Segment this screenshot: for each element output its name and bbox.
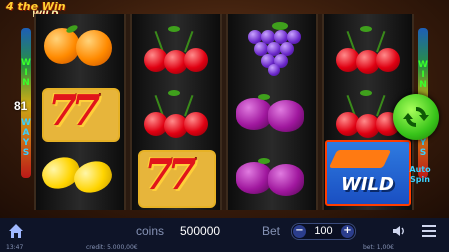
reel-1: 77 bbox=[34, 14, 126, 210]
bet-increase-button[interactable]: + bbox=[341, 225, 354, 238]
spin-button[interactable] bbox=[393, 94, 439, 140]
reel-2: 77 bbox=[130, 14, 222, 210]
ways-label-left: WAYS bbox=[21, 118, 31, 158]
symbol-cherry bbox=[324, 16, 412, 80]
bet-decrease-button[interactable]: − bbox=[293, 225, 306, 238]
symbol-plum bbox=[228, 80, 316, 144]
clock: 13:47 bbox=[6, 244, 24, 251]
bet-label: Bet bbox=[262, 224, 281, 238]
wolf-icon bbox=[328, 150, 392, 168]
symbol-wild: WILD bbox=[325, 140, 411, 206]
win-label-right: WIN bbox=[418, 60, 428, 90]
symbol-lemon bbox=[36, 144, 124, 208]
coins-label: coins bbox=[136, 224, 165, 238]
sound-icon[interactable] bbox=[392, 225, 406, 237]
symbol-grape bbox=[228, 16, 316, 80]
refresh-icon bbox=[403, 106, 429, 128]
symbol-orange bbox=[36, 16, 124, 80]
menu-icon[interactable] bbox=[422, 225, 436, 240]
symbol-cherry bbox=[132, 16, 220, 80]
symbol-seven: 77 bbox=[36, 80, 124, 144]
ways-count: 81 bbox=[14, 99, 28, 113]
reel-area: 77 77 WILD bbox=[34, 14, 414, 210]
home-icon[interactable] bbox=[8, 223, 24, 239]
reel-3 bbox=[226, 14, 318, 210]
symbol-plum bbox=[228, 144, 316, 208]
bet-value: 100 bbox=[314, 225, 333, 237]
coins-value: 500000 bbox=[180, 224, 221, 238]
wild-label: WILD bbox=[341, 174, 394, 195]
auto-spin-button[interactable]: Auto Spin bbox=[402, 165, 438, 185]
bet-stepper: − 100 + bbox=[291, 223, 356, 240]
symbol-seven: 77 bbox=[132, 144, 220, 208]
symbol-cherry bbox=[132, 80, 220, 144]
win-label-left: WIN bbox=[21, 58, 31, 88]
credit-amount: credit: 5.000,00€ bbox=[86, 244, 138, 251]
bet-amount: bet: 1,00€ bbox=[363, 244, 394, 251]
